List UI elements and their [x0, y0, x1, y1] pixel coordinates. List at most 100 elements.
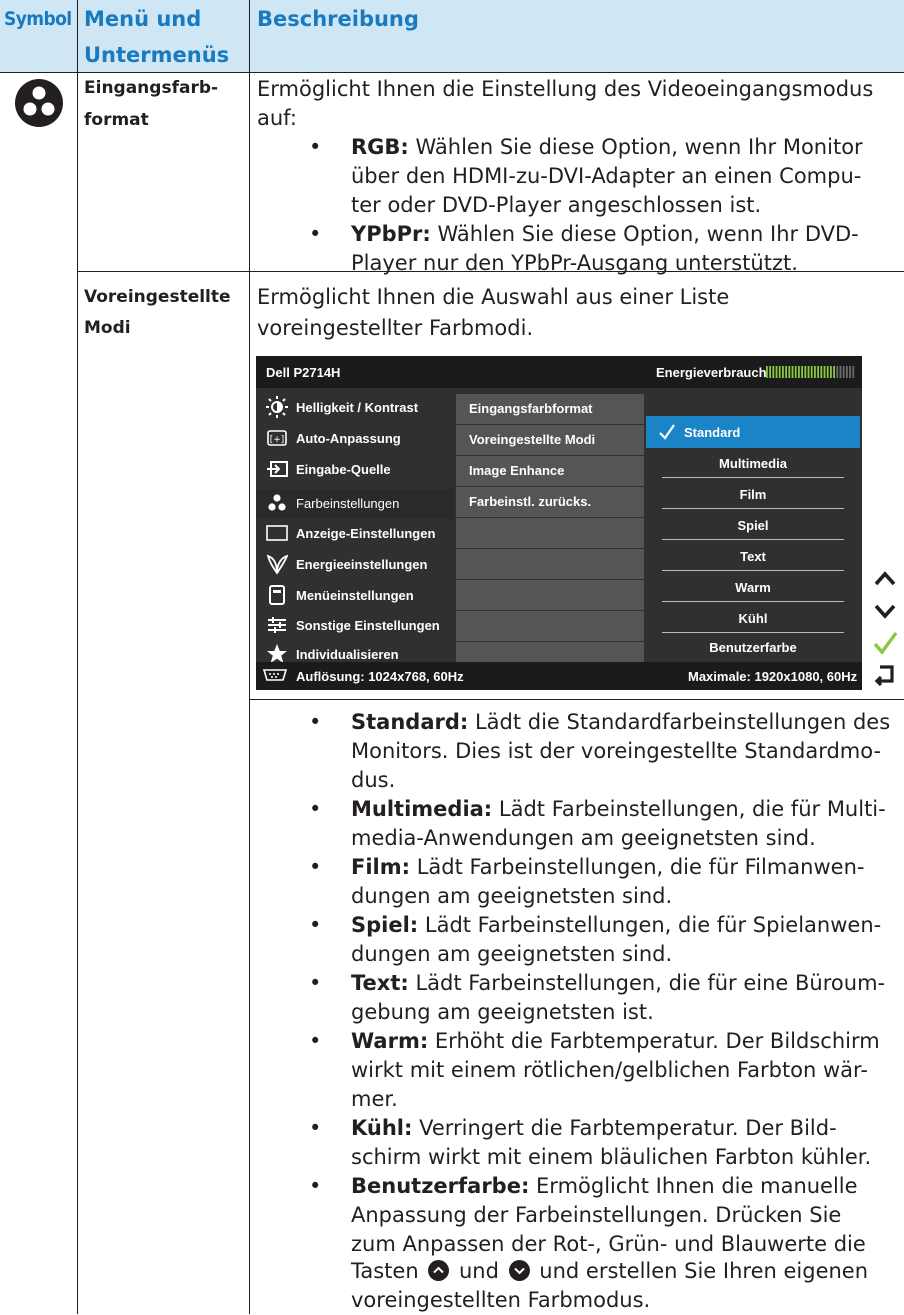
osd-sub-item-empty: [456, 518, 644, 548]
color-settings-icon: [268, 494, 286, 511]
col-divider: [249, 0, 250, 1314]
doc-table: Symbol Menü und Untermenüs Beschreibung …: [0, 0, 904, 1314]
mode-text-line: wirkt mit einem rötlichen/gelblichen Far…: [351, 1058, 868, 1082]
menu-voreingestellte-modi-line1: Voreingestellte: [84, 287, 231, 307]
brightness-icon: [266, 396, 288, 418]
mode-text-line: dungen am geeignetsten sind.: [351, 884, 673, 908]
bullet-dot: •: [309, 1174, 322, 1198]
bullet-dot: •: [309, 710, 322, 734]
osd-sub-item[interactable]: Image Enhance: [456, 456, 644, 486]
mode-text-line: Multimedia: Lädt Farbeinstellungen, die …: [351, 797, 886, 821]
bullet-tail: Tasten und und erstellen Sie Ihren eigen…: [351, 1259, 869, 1312]
display-settings-icon: [266, 525, 288, 541]
back-icon[interactable]: [872, 662, 898, 688]
osd-main-item[interactable]: Anzeige-Einstellungen: [296, 526, 435, 541]
mode-text-line: Film: Lädt Farbeinstellungen, die für Fi…: [351, 855, 865, 879]
osd-main-item[interactable]: Farbeinstellungen: [296, 496, 399, 511]
osd-option[interactable]: Multimedia: [654, 448, 852, 478]
osd-sub-item-empty: [456, 580, 644, 610]
bullet-dot: •: [309, 855, 322, 879]
mode-text-line: mer.: [351, 1087, 398, 1111]
menu-voreingestellte-modi-line2: Modi: [84, 318, 131, 338]
osd-sub-item[interactable]: Eingangsfarbformat: [456, 394, 644, 424]
row2-desc-line1: Ermöglicht Ihnen die Auswahl aus einer L…: [257, 285, 730, 309]
energy-meter: [766, 366, 855, 378]
osd-main-item[interactable]: Energieeinstellungen: [296, 557, 427, 572]
check-icon[interactable]: [872, 630, 898, 656]
auto-adjust-icon: [+]: [267, 430, 287, 446]
mode-text-line: Warm: Erhöht die Farbtemperatur. Der Bil…: [351, 1029, 880, 1053]
energy-icon: [266, 554, 288, 575]
mode-text-line: Text: Lädt Farbeinstellungen, die für ei…: [351, 971, 886, 995]
osd-energy-label: Energieverbrauch: [656, 365, 767, 380]
header-symbol: Symbol: [4, 8, 72, 30]
bullet-dot: •: [309, 797, 322, 821]
menu-eingangsfarbformat-line2: format: [84, 110, 149, 130]
mode-bullet: • Kühl: Verringert die Farbtemperatur. De…: [309, 1114, 899, 1172]
mode-text-line: Standard: Lädt die Standardfarbeinstellu…: [351, 710, 891, 734]
color-settings-icon: [15, 79, 63, 127]
bullet-dot: •: [309, 971, 322, 995]
mode-bullet: • Standard: Lädt die Standardfarbeinstell…: [309, 708, 899, 795]
header-menu-line2: Untermenüs: [84, 43, 230, 67]
row-divider: [250, 699, 904, 700]
down-arrow-icon[interactable]: [872, 598, 898, 624]
osd-model: Dell P2714H: [266, 365, 341, 380]
menu-eingangsfarbformat-line1: Eingangsfarb-: [84, 78, 219, 98]
osd-sub-item-empty: [456, 642, 644, 662]
check-icon: [659, 424, 675, 440]
osd-main-item[interactable]: Menüeinstellungen: [296, 588, 414, 603]
row1-desc-line1: Ermöglicht Ihnen die Einstellung des Vid…: [257, 77, 874, 101]
mode-text-line: zum Anpassen der Rot-, Grün- und Blauwer…: [351, 1232, 866, 1256]
other-settings-icon: [268, 617, 286, 633]
down-button-icon: [508, 1260, 530, 1281]
mode-text-line: Benutzerfarbe: Ermöglicht Ihnen die manu…: [351, 1174, 858, 1198]
mode-text-line: dus.: [351, 768, 396, 792]
header-menu-line1: Menü und: [84, 7, 202, 31]
osd-option[interactable]: Benutzerfarbe: [654, 632, 852, 662]
osd-menu: Dell P2714H Energieverbrauch Helligkeit …: [256, 356, 862, 690]
osd-main-item[interactable]: Sonstige Einstellungen: [296, 618, 440, 633]
col-divider: [77, 0, 78, 1314]
menu-settings-icon: [269, 585, 285, 605]
osd-option[interactable]: Kühl: [654, 603, 852, 633]
osd-main-item[interactable]: Helligkeit / Kontrast: [296, 400, 418, 415]
osd-option[interactable]: Film: [654, 479, 852, 509]
mode-text-line: Anpassung der Farbeinstellungen. Drücken…: [351, 1203, 842, 1227]
row2-desc-line2: voreingestellter Farbmodi.: [257, 316, 534, 340]
osd-option[interactable]: Spiel: [654, 510, 852, 540]
osd-main-item[interactable]: Individualisieren: [296, 647, 399, 662]
osd-sub-item[interactable]: Farbeinstl. zurücks.: [456, 487, 644, 517]
bullet-dot: •: [309, 1029, 322, 1053]
svg-text:[+]: [+]: [270, 435, 285, 445]
osd-option[interactable]: Warm: [654, 572, 852, 602]
osd-main-item[interactable]: Auto-Anpassung: [296, 431, 401, 446]
mode-text-line: Spiel: Lädt Farbeinstellungen, die für S…: [351, 913, 882, 937]
osd-option[interactable]: Text: [654, 541, 852, 571]
mode-text-line: Monitors. Dies ist der voreingestellte S…: [351, 739, 882, 763]
mode-text-line: gebung am geeignetsten ist.: [351, 1000, 654, 1024]
mode-bullet: • Film: Lädt Farbeinstellungen, die für F…: [309, 853, 899, 911]
osd-resolution: Auflösung: 1024x768, 60Hz: [296, 669, 464, 684]
mode-text-line: Kühl: Verringert die Farbtemperatur. Der…: [351, 1116, 837, 1140]
row1-desc-line2: auf:: [257, 106, 297, 130]
osd-sub-item[interactable]: Voreingestellte Modi: [456, 425, 644, 455]
up-arrow-icon[interactable]: [872, 566, 898, 592]
osd-sub-item-empty: [456, 549, 644, 579]
up-button-icon: [428, 1260, 450, 1281]
mode-text-line: dungen am geeignetsten sind.: [351, 942, 673, 966]
mode-bullet: • Text: Lädt Farbeinstellungen, die für e…: [309, 969, 899, 1027]
mode-bullet: • Spiel: Lädt Farbeinstellungen, die für …: [309, 911, 899, 969]
mode-bullet: • Benutzerfarbe: Ermöglicht Ihnen die man…: [309, 1172, 899, 1259]
mode-bullet: • Warm: Erhöht die Farbtemperatur. Der Bi…: [309, 1027, 899, 1114]
bullet-dot: •: [309, 1116, 322, 1140]
osd-sub-item-empty: [456, 611, 644, 641]
mode-text-line: media-Anwendungen am geeignetsten sind.: [351, 826, 816, 850]
osd-main-item[interactable]: Eingabe-Quelle: [296, 462, 391, 477]
bullet-dot: •: [309, 913, 322, 937]
header-desc: Beschreibung: [257, 7, 419, 31]
osd-maximum: Maximale: 1920x1080, 60Hz: [688, 669, 858, 684]
osd-option-selected[interactable]: Standard: [646, 416, 860, 448]
mode-text-line: schirm wirkt mit einem bläulichen Farbto…: [351, 1145, 872, 1169]
input-source-icon: [267, 461, 288, 477]
